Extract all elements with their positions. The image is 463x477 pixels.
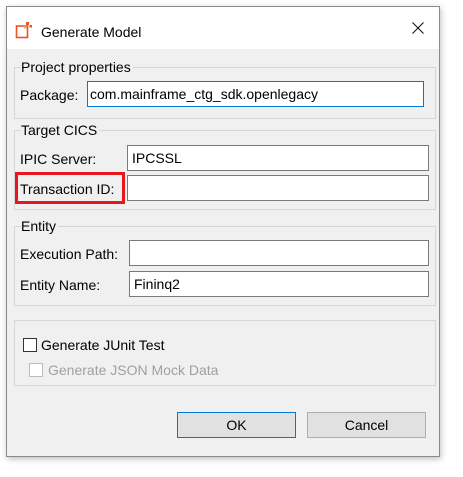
generate-model-dialog: Generate Model Project properties Packag… <box>6 6 440 457</box>
execution-path-label: Execution Path: <box>20 246 119 262</box>
transaction-id-input[interactable] <box>127 175 429 201</box>
package-input[interactable] <box>87 81 424 107</box>
ipic-server-input[interactable] <box>127 145 429 171</box>
cancel-button[interactable]: Cancel <box>307 412 426 438</box>
project-properties-legend: Project properties <box>21 59 133 75</box>
window-title: Generate Model <box>41 24 142 40</box>
ipic-server-label: IPIC Server: <box>20 151 97 167</box>
transaction-id-highlight <box>15 172 125 204</box>
generate-json-mock-label: Generate JSON Mock Data <box>48 362 219 378</box>
generate-json-mock-checkbox <box>29 363 43 377</box>
entity-name-label: Entity Name: <box>20 277 101 293</box>
generate-junit-checkbox[interactable] <box>23 338 37 352</box>
close-button[interactable] <box>397 7 439 49</box>
entity-name-input[interactable] <box>129 271 429 297</box>
ok-button[interactable]: OK <box>177 412 296 438</box>
close-icon <box>412 22 424 34</box>
package-label: Package: <box>20 87 79 103</box>
openlegacy-logo-icon <box>15 22 32 39</box>
generate-junit-label[interactable]: Generate JUnit Test <box>41 337 164 353</box>
target-cics-legend: Target CICS <box>21 122 100 138</box>
entity-legend: Entity <box>21 218 59 234</box>
execution-path-input[interactable] <box>129 240 429 266</box>
title-bar: Generate Model <box>7 7 439 49</box>
